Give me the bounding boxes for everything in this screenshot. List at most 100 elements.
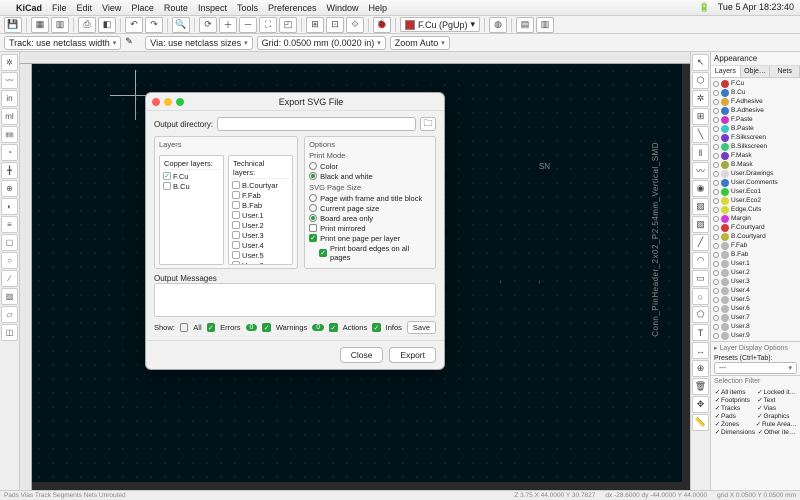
- layer-row[interactable]: B.Paste: [712, 124, 799, 133]
- print-icon[interactable]: ⎙: [78, 17, 96, 33]
- visibility-icon[interactable]: [713, 90, 719, 96]
- print-mode-radio[interactable]: Black and white: [309, 171, 431, 181]
- units-mil-icon[interactable]: ml: [1, 108, 18, 125]
- drc-icon[interactable]: 🐞: [373, 17, 391, 33]
- board-setup-icon[interactable]: ▦: [31, 17, 49, 33]
- curved-ratsnest-icon[interactable]: 〰: [1, 72, 18, 89]
- tab-objects[interactable]: Obje…: [741, 66, 771, 77]
- layer-row[interactable]: Edge.Cuts: [712, 205, 799, 214]
- layer-display-options[interactable]: ▸ Layer Display Options: [711, 341, 800, 354]
- output-messages-area[interactable]: [154, 283, 436, 317]
- draw-rect-icon[interactable]: ▭: [692, 270, 709, 287]
- selfilter-item[interactable]: ✓Vias: [757, 404, 798, 412]
- menu-file[interactable]: File: [52, 3, 67, 13]
- visibility-icon[interactable]: [713, 198, 719, 204]
- layer-row[interactable]: User.7: [712, 313, 799, 322]
- selfilter-item[interactable]: ✓Other ite…: [757, 428, 797, 436]
- save-icon[interactable]: 💾: [4, 17, 22, 33]
- minimize-icon[interactable]: [164, 98, 172, 106]
- selfilter-item[interactable]: ✓Dimensions: [714, 428, 755, 436]
- page-size-radio[interactable]: Board area only: [309, 213, 431, 223]
- copper-layer-item[interactable]: ✓F.Cu: [162, 171, 221, 181]
- print-mode-radio[interactable]: Color: [309, 161, 431, 171]
- page-settings-icon[interactable]: ▥: [51, 17, 69, 33]
- page-size-radio[interactable]: Page with frame and title block: [309, 193, 431, 203]
- measure-icon[interactable]: 📏: [692, 414, 709, 431]
- local-ratsnest-icon[interactable]: ✲: [692, 90, 709, 107]
- app-name[interactable]: KiCad: [16, 3, 42, 13]
- layer-row[interactable]: B.Adhesive: [712, 106, 799, 115]
- filter-actions-checkbox[interactable]: ✓: [329, 323, 337, 332]
- show-ratsnest-icon[interactable]: ✲: [1, 54, 18, 71]
- always-show-cursor-icon[interactable]: ⊕: [1, 180, 18, 197]
- show-track-outlines-icon[interactable]: ∕: [1, 270, 18, 287]
- footprint-editor-icon[interactable]: ⊞: [306, 17, 324, 33]
- add-text-icon[interactable]: T: [692, 324, 709, 341]
- visibility-icon[interactable]: [713, 252, 719, 258]
- menu-route[interactable]: Route: [164, 3, 188, 13]
- show-zone-outlines-icon[interactable]: ▱: [1, 306, 18, 323]
- layer-row[interactable]: B.Courtyard: [712, 232, 799, 241]
- tune-length-icon[interactable]: 〰: [692, 162, 709, 179]
- selfilter-item[interactable]: ✓Footprints: [714, 396, 755, 404]
- visibility-icon[interactable]: [713, 270, 719, 276]
- track-width-edit-icon[interactable]: ✎: [125, 36, 141, 50]
- via-size-dropdown[interactable]: Via: use netclass sizes▾: [145, 36, 252, 50]
- scripting-icon[interactable]: ▤: [516, 17, 534, 33]
- units-in-icon[interactable]: in: [1, 90, 18, 107]
- export-button[interactable]: Export: [389, 347, 436, 363]
- 3d-viewer-icon[interactable]: ◍: [489, 17, 507, 33]
- place-via-icon[interactable]: ◉: [692, 180, 709, 197]
- visibility-icon[interactable]: [713, 297, 719, 303]
- selfilter-item[interactable]: ✓All items: [714, 388, 755, 396]
- visibility-icon[interactable]: [713, 189, 719, 195]
- tech-layer-item[interactable]: B.Fab: [231, 200, 290, 210]
- visibility-icon[interactable]: [713, 99, 719, 105]
- layer-row[interactable]: User.8: [712, 322, 799, 331]
- technical-layers-list[interactable]: Technical layers: B.CourtyarF.FabB.FabUs…: [228, 155, 293, 265]
- tech-layer-item[interactable]: B.Courtyar: [231, 180, 290, 190]
- selfilter-item[interactable]: ✓Rule Area…: [755, 420, 797, 428]
- layer-row[interactable]: User.3: [712, 277, 799, 286]
- layer-row[interactable]: F.Adhesive: [712, 97, 799, 106]
- visibility-icon[interactable]: [713, 180, 719, 186]
- close-button[interactable]: Close: [340, 347, 384, 363]
- selfilter-item[interactable]: ✓Text: [757, 396, 798, 404]
- layer-row[interactable]: F.Courtyard: [712, 223, 799, 232]
- add-target-icon[interactable]: ⊕: [692, 360, 709, 377]
- selfilter-item[interactable]: ✓Graphics: [757, 412, 798, 420]
- high-contrast-icon[interactable]: ◐: [1, 198, 18, 215]
- draw-arc-icon[interactable]: ◠: [692, 252, 709, 269]
- visibility-icon[interactable]: [713, 225, 719, 231]
- visibility-icon[interactable]: [713, 216, 719, 222]
- layer-row[interactable]: User.Drawings: [712, 169, 799, 178]
- show-zones-icon[interactable]: ▨: [1, 288, 18, 305]
- filter-errors-checkbox[interactable]: ✓: [207, 323, 215, 332]
- layer-row[interactable]: F.Cu: [712, 79, 799, 88]
- show-via-outlines-icon[interactable]: ○: [1, 252, 18, 269]
- print-mirrored-checkbox[interactable]: Print mirrored: [309, 223, 431, 233]
- menu-preferences[interactable]: Preferences: [268, 3, 317, 13]
- draw-circle-icon[interactable]: ○: [692, 288, 709, 305]
- menu-window[interactable]: Window: [327, 3, 359, 13]
- tech-layer-item[interactable]: User.3: [231, 230, 290, 240]
- visibility-icon[interactable]: [713, 144, 719, 150]
- layer-row[interactable]: User.4: [712, 286, 799, 295]
- layer-row[interactable]: User.Eco2: [712, 196, 799, 205]
- print-board-edges-checkbox[interactable]: ✓Print board edges on all pages: [309, 243, 431, 262]
- show-pad-outlines-icon[interactable]: ▢: [1, 234, 18, 251]
- menu-place[interactable]: Place: [131, 3, 154, 13]
- cursor-shape-icon[interactable]: ╋: [1, 162, 18, 179]
- visibility-icon[interactable]: [713, 81, 719, 87]
- menu-help[interactable]: Help: [369, 3, 388, 13]
- place-footprint-icon[interactable]: ⊞: [692, 108, 709, 125]
- layer-row[interactable]: User.6: [712, 304, 799, 313]
- layer-list[interactable]: F.CuB.CuF.AdhesiveB.AdhesiveF.PasteB.Pas…: [711, 78, 800, 341]
- browse-folder-icon[interactable]: 🗀: [420, 117, 436, 131]
- layer-row[interactable]: User.5: [712, 295, 799, 304]
- visibility-icon[interactable]: [713, 315, 719, 321]
- layer-row[interactable]: F.Silkscreen: [712, 133, 799, 142]
- tech-layer-item[interactable]: User.2: [231, 220, 290, 230]
- visibility-icon[interactable]: [713, 324, 719, 330]
- draw-polygon-icon[interactable]: ⬠: [692, 306, 709, 323]
